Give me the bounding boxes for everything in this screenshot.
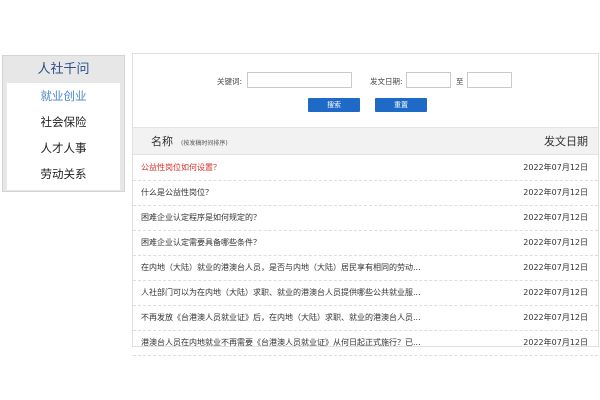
article-date: 2022年07月12日 [523, 188, 588, 197]
keyword-label: 关键词: [217, 77, 243, 86]
sidebar-item-labor-relations[interactable]: 劳动关系 [7, 161, 120, 187]
sidebar: 人社千问 就业创业 社会保险 人才人事 劳动关系 [2, 55, 125, 192]
article-date: 2022年07月12日 [523, 313, 588, 322]
article-date: 2022年07月12日 [523, 163, 588, 172]
search-button[interactable]: 搜索 [308, 98, 360, 112]
date-to-label: 至 [456, 77, 464, 86]
name-column-header[interactable]: 名称 [151, 133, 173, 149]
date-label: 发文日期: [370, 77, 403, 86]
article-date: 2022年07月12日 [523, 238, 588, 247]
article-title-link[interactable]: 什么是公益性岗位？ [141, 187, 213, 198]
search-form: 关键词: 发文日期: 至 搜索 重置 [133, 54, 598, 123]
sidebar-title: 人社千问 [3, 56, 124, 83]
article-date: 2022年07月12日 [523, 213, 588, 222]
list-header: 名称 (按发稿时间排序) 发文日期 [133, 127, 598, 155]
article-title-link[interactable]: 在内地（大陆）就业的港澳台人员，是否与内地（大陆）居民享有相同的劳动... [141, 262, 421, 273]
article-title-link[interactable]: 公益性岗位如何设置？ [141, 162, 221, 173]
article-date: 2022年07月12日 [523, 338, 588, 347]
date-to-input[interactable] [467, 72, 512, 88]
list-item[interactable]: 不再发放《台港澳人员就业证》后，在内地（大陆）求职、就业的港澳台人员... 20… [133, 306, 598, 331]
article-title-link[interactable]: 困难企业认定需要具备哪些条件？ [141, 237, 261, 248]
article-title-link[interactable]: 困难企业认定程序是如何规定的？ [141, 212, 261, 223]
reset-button[interactable]: 重置 [375, 98, 427, 112]
sidebar-item-social-insurance[interactable]: 社会保险 [7, 109, 120, 135]
list-item[interactable]: 人社部门可以为在内地（大陆）求职、就业的港澳台人员提供哪些公共就业服... 20… [133, 281, 598, 306]
list-item[interactable]: 公益性岗位如何设置？ 2022年07月12日 [133, 156, 598, 181]
keyword-input[interactable] [247, 72, 352, 88]
article-list: 公益性岗位如何设置？ 2022年07月12日 什么是公益性岗位？ 2022年07… [133, 156, 598, 356]
sidebar-nav: 就业创业 社会保险 人才人事 劳动关系 [7, 83, 120, 190]
article-title-link[interactable]: 不再发放《台港澳人员就业证》后，在内地（大陆）求职、就业的港澳台人员... [141, 312, 421, 323]
article-date: 2022年07月12日 [523, 288, 588, 297]
sidebar-item-employment[interactable]: 就业创业 [7, 83, 120, 109]
article-date: 2022年07月12日 [523, 263, 588, 272]
list-item[interactable]: 港澳台人员在内地就业不再需要《台港澳人员就业证》从何日起正式施行？已... 20… [133, 331, 598, 356]
article-title-link[interactable]: 人社部门可以为在内地（大陆）求职、就业的港澳台人员提供哪些公共就业服... [141, 287, 421, 298]
article-title-link[interactable]: 港澳台人员在内地就业不再需要《台港澳人员就业证》从何日起正式施行？已... [141, 337, 421, 348]
list-item[interactable]: 困难企业认定需要具备哪些条件？ 2022年07月12日 [133, 231, 598, 256]
sidebar-item-talent-personnel[interactable]: 人才人事 [7, 135, 120, 161]
main-panel: 关键词: 发文日期: 至 搜索 重置 名称 (按发稿时间排序) 发文日期 公益性… [132, 53, 599, 356]
list-item[interactable]: 困难企业认定程序是如何规定的？ 2022年07月12日 [133, 206, 598, 231]
list-item[interactable]: 在内地（大陆）就业的港澳台人员，是否与内地（大陆）居民享有相同的劳动... 20… [133, 256, 598, 281]
date-from-input[interactable] [406, 72, 451, 88]
list-item[interactable]: 什么是公益性岗位？ 2022年07月12日 [133, 181, 598, 206]
date-column-header: 发文日期 [544, 135, 588, 148]
sort-hint: (按发稿时间排序) [181, 140, 228, 147]
